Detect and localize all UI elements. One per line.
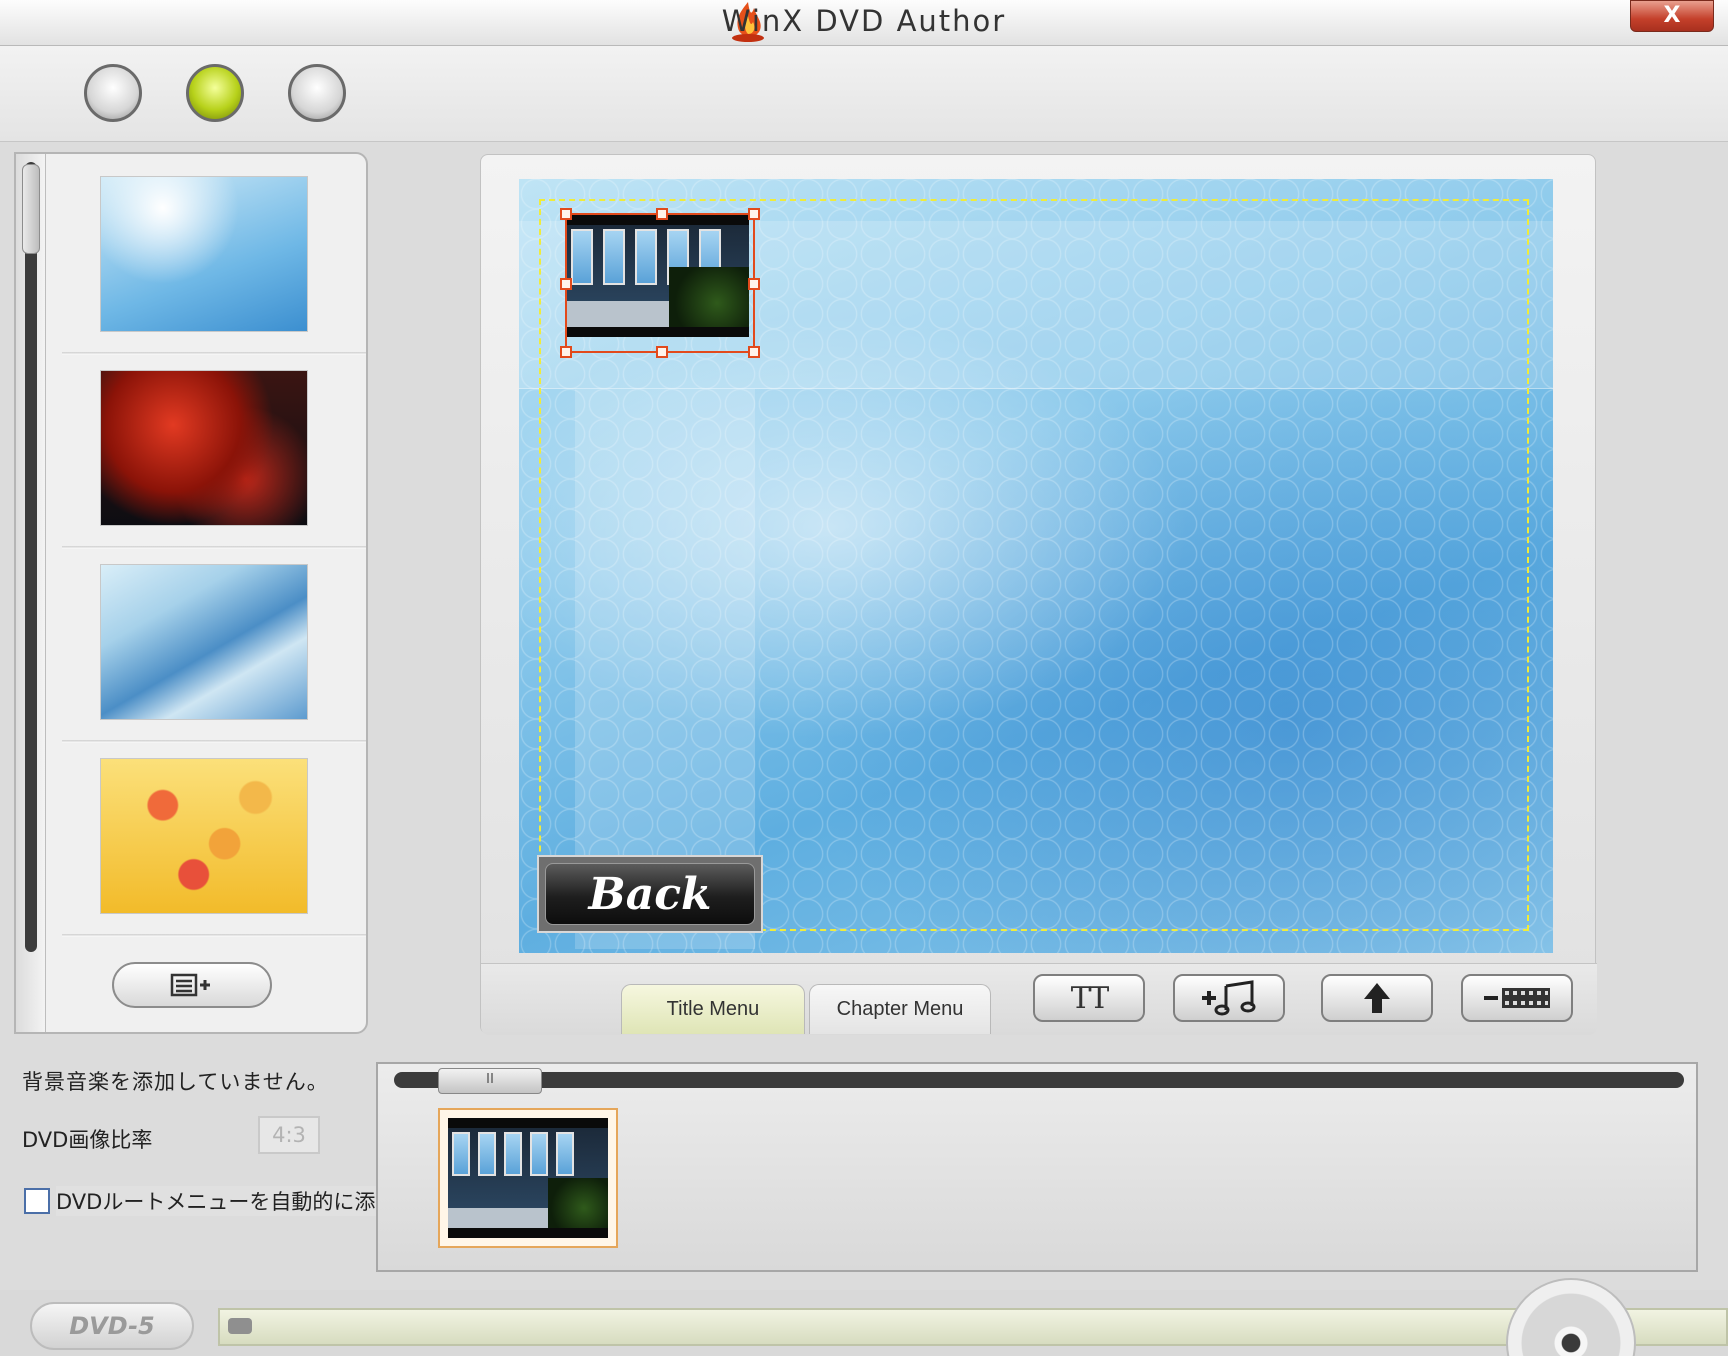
remove-chapter-button[interactable] — [1461, 974, 1573, 1022]
back-button[interactable]: Back — [537, 855, 763, 933]
timeline-scrollbar[interactable] — [394, 1072, 1684, 1088]
window-shape — [556, 1132, 574, 1176]
resize-handle[interactable] — [560, 208, 572, 220]
burn-disc-icon[interactable] — [1506, 1278, 1636, 1356]
scroll-track[interactable] — [25, 162, 37, 952]
resize-handle[interactable] — [748, 278, 760, 290]
divider — [62, 352, 366, 355]
divider — [62, 934, 366, 937]
template-blue-wave[interactable] — [100, 564, 308, 720]
resize-handle[interactable] — [560, 346, 572, 358]
timeline-clip[interactable] — [438, 1108, 618, 1248]
aspect-ratio-label: DVD画像比率 — [22, 1128, 153, 1152]
template-scrollbar[interactable] — [16, 154, 46, 1032]
template-blue-sparkle[interactable] — [100, 176, 308, 332]
resize-handle[interactable] — [656, 208, 668, 220]
disc-type-badge[interactable]: DVD-5 — [30, 1302, 194, 1350]
capacity-fill — [228, 1318, 252, 1334]
text-tool-icon: TT — [1070, 980, 1110, 1016]
title-bar: WinX DVD Author X — [0, 0, 1728, 46]
bgm-status-text: 背景音楽を添加していません。 — [22, 1070, 329, 1094]
window-shape — [530, 1132, 548, 1176]
template-yellow-roses[interactable] — [100, 758, 308, 914]
back-button-label: Back — [545, 863, 755, 925]
step-1-button[interactable] — [84, 64, 142, 122]
menu-preview-panel: Back Title Menu Chapter Menu TT — [480, 154, 1597, 1035]
add-template-button[interactable] — [112, 962, 272, 1008]
up-arrow-icon — [1364, 983, 1390, 1013]
remove-film-icon — [1484, 988, 1550, 1008]
selection-box[interactable] — [560, 208, 760, 358]
window-shape — [478, 1132, 496, 1176]
bush-shape — [548, 1178, 608, 1228]
tab-title-menu[interactable]: Title Menu — [621, 984, 805, 1034]
resize-handle[interactable] — [560, 278, 572, 290]
step-bar — [0, 46, 1728, 142]
timeline-panel — [376, 1062, 1698, 1272]
step-3-button[interactable] — [288, 64, 346, 122]
close-button[interactable]: X — [1630, 0, 1714, 32]
add-music-icon — [1202, 980, 1256, 1016]
menu-canvas[interactable]: Back — [519, 179, 1553, 953]
timeline-scroll-thumb[interactable] — [438, 1068, 542, 1094]
window-shape — [452, 1132, 470, 1176]
status-bar: DVD-5 — [0, 1278, 1728, 1356]
template-red-roses[interactable] — [100, 370, 308, 526]
add-list-icon — [170, 973, 210, 997]
aspect-ratio-select[interactable]: 4:3 — [258, 1116, 320, 1154]
resize-handle[interactable] — [748, 208, 760, 220]
move-up-button[interactable] — [1321, 974, 1433, 1022]
divider — [62, 546, 366, 549]
scroll-thumb[interactable] — [22, 164, 40, 254]
menu-toolbar: Title Menu Chapter Menu TT — [481, 963, 1597, 1035]
window-shape — [504, 1132, 522, 1176]
tab-chapter-menu[interactable]: Chapter Menu — [809, 984, 991, 1034]
grip-icon — [487, 1073, 493, 1083]
add-music-button[interactable] — [1173, 974, 1285, 1022]
resize-handle[interactable] — [656, 346, 668, 358]
add-text-button[interactable]: TT — [1033, 974, 1145, 1022]
window-title: WinX DVD Author — [721, 4, 1007, 38]
disc-capacity-bar — [218, 1308, 1728, 1346]
template-panel — [14, 152, 368, 1034]
root-menu-checkbox[interactable] — [24, 1188, 50, 1214]
clip-thumbnail — [448, 1118, 608, 1238]
divider — [62, 740, 366, 743]
resize-handle[interactable] — [748, 346, 760, 358]
step-2-button[interactable] — [186, 64, 244, 122]
